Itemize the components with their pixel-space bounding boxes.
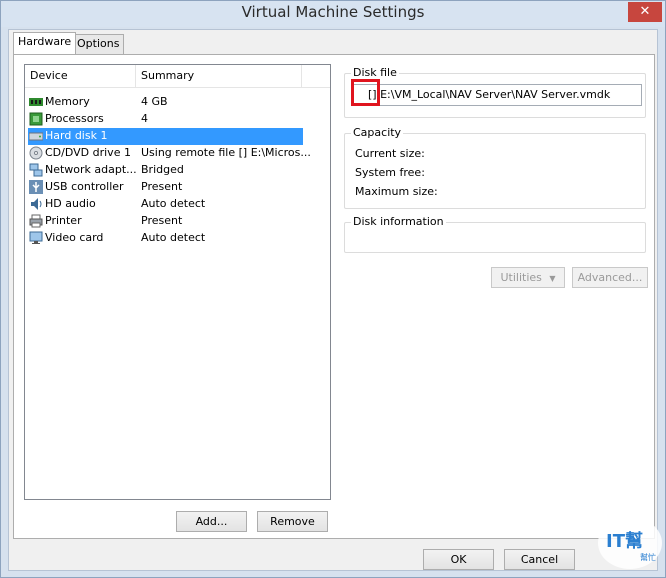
device-name: Memory [45, 95, 90, 108]
device-row-usb[interactable]: USB controller Present [28, 179, 303, 196]
cancel-button[interactable]: Cancel [504, 549, 575, 570]
memory-icon [29, 98, 43, 106]
capacity-label: Capacity [351, 126, 404, 139]
utilities-button[interactable]: Utilities ▼ [491, 267, 565, 288]
device-row-network[interactable]: Network adapt... Bridged [28, 162, 303, 179]
column-summary[interactable]: Summary [136, 65, 302, 88]
hard-disk-icon [29, 132, 43, 141]
maximum-size-label: Maximum size: [355, 185, 438, 198]
device-name: USB controller [45, 180, 124, 193]
disk-file-path-field[interactable]: [] E:\VM_Local\NAV Server\NAV Server.vmd… [353, 84, 642, 106]
utilities-label: Utilities [500, 271, 542, 284]
device-row-printer[interactable]: Printer Present [28, 213, 303, 230]
device-summary: Present [141, 214, 183, 227]
highlight-annotation [351, 79, 380, 106]
capacity-group: Capacity Current size: System free: Maxi… [344, 126, 646, 209]
close-button[interactable]: ✕ [628, 2, 662, 22]
device-summary: Bridged [141, 163, 184, 176]
disk-information-group: Disk information [344, 215, 646, 253]
device-summary: Using remote file [] E:\Micros... [141, 146, 311, 159]
advanced-button[interactable]: Advanced... [572, 267, 648, 288]
tab-options[interactable]: Options [72, 34, 125, 54]
watermark-subtext: 幫忙 [640, 552, 656, 562]
list-header: Device Summary [25, 65, 330, 88]
device-row-processors[interactable]: Processors 4 [28, 111, 303, 128]
device-summary: 4 GB [141, 95, 168, 108]
usb-icon [29, 180, 43, 194]
tab-hardware[interactable]: Hardware [13, 32, 77, 54]
close-icon: ✕ [639, 4, 651, 19]
device-row-hard-disk[interactable]: Hard disk 1 [28, 128, 303, 145]
title-bar[interactable]: Virtual Machine Settings ✕ [1, 1, 665, 27]
disk-file-group: Disk file [] E:\VM_Local\NAV Server\NAV … [344, 66, 646, 118]
disk-information-label: Disk information [351, 215, 446, 228]
device-summary: Auto detect [141, 231, 206, 244]
remove-device-button[interactable]: Remove [257, 511, 328, 532]
add-device-button[interactable]: Add... [176, 511, 247, 532]
settings-window: Virtual Machine Settings ✕ Hardware Opti… [0, 0, 666, 578]
video-card-icon [29, 231, 43, 244]
network-icon [29, 163, 43, 177]
device-name: Hard disk 1 [45, 129, 108, 142]
device-summary: Auto detect [141, 197, 206, 210]
device-name: Printer [45, 214, 82, 227]
device-name: Video card [45, 231, 104, 244]
device-row-video-card[interactable]: Video card Auto detect [28, 230, 303, 247]
device-row-audio[interactable]: HD audio Auto detect [28, 196, 303, 213]
device-list[interactable]: Device Summary Memory 4 GB Processors 4 … [24, 64, 331, 500]
device-summary: 4 [141, 112, 148, 125]
current-size-label: Current size: [355, 147, 425, 160]
cd-dvd-icon [29, 146, 43, 160]
client-area: Hardware Options Device Summary Memory 4… [8, 29, 658, 571]
device-row-memory[interactable]: Memory 4 GB [28, 94, 303, 111]
disk-file-label: Disk file [351, 66, 399, 79]
device-name: Processors [45, 112, 104, 125]
device-summary: Present [141, 180, 183, 193]
system-free-label: System free: [355, 166, 425, 179]
hardware-panel: Device Summary Memory 4 GB Processors 4 … [13, 54, 655, 539]
ok-button[interactable]: OK [423, 549, 494, 570]
printer-icon [29, 214, 43, 228]
audio-icon [31, 198, 42, 210]
watermark-text: IT幫 [606, 530, 643, 552]
device-row-cd-dvd[interactable]: CD/DVD drive 1 Using remote file [] E:\M… [28, 145, 311, 162]
device-name: HD audio [45, 197, 96, 210]
watermark-logo: IT幫 幫忙 [598, 517, 662, 569]
window-title: Virtual Machine Settings [241, 3, 425, 21]
column-device[interactable]: Device [25, 65, 136, 88]
dropdown-arrow-icon: ▼ [549, 274, 556, 283]
device-name: CD/DVD drive 1 [45, 146, 131, 159]
processor-icon [29, 112, 43, 126]
device-name: Network adapt... [45, 163, 137, 176]
